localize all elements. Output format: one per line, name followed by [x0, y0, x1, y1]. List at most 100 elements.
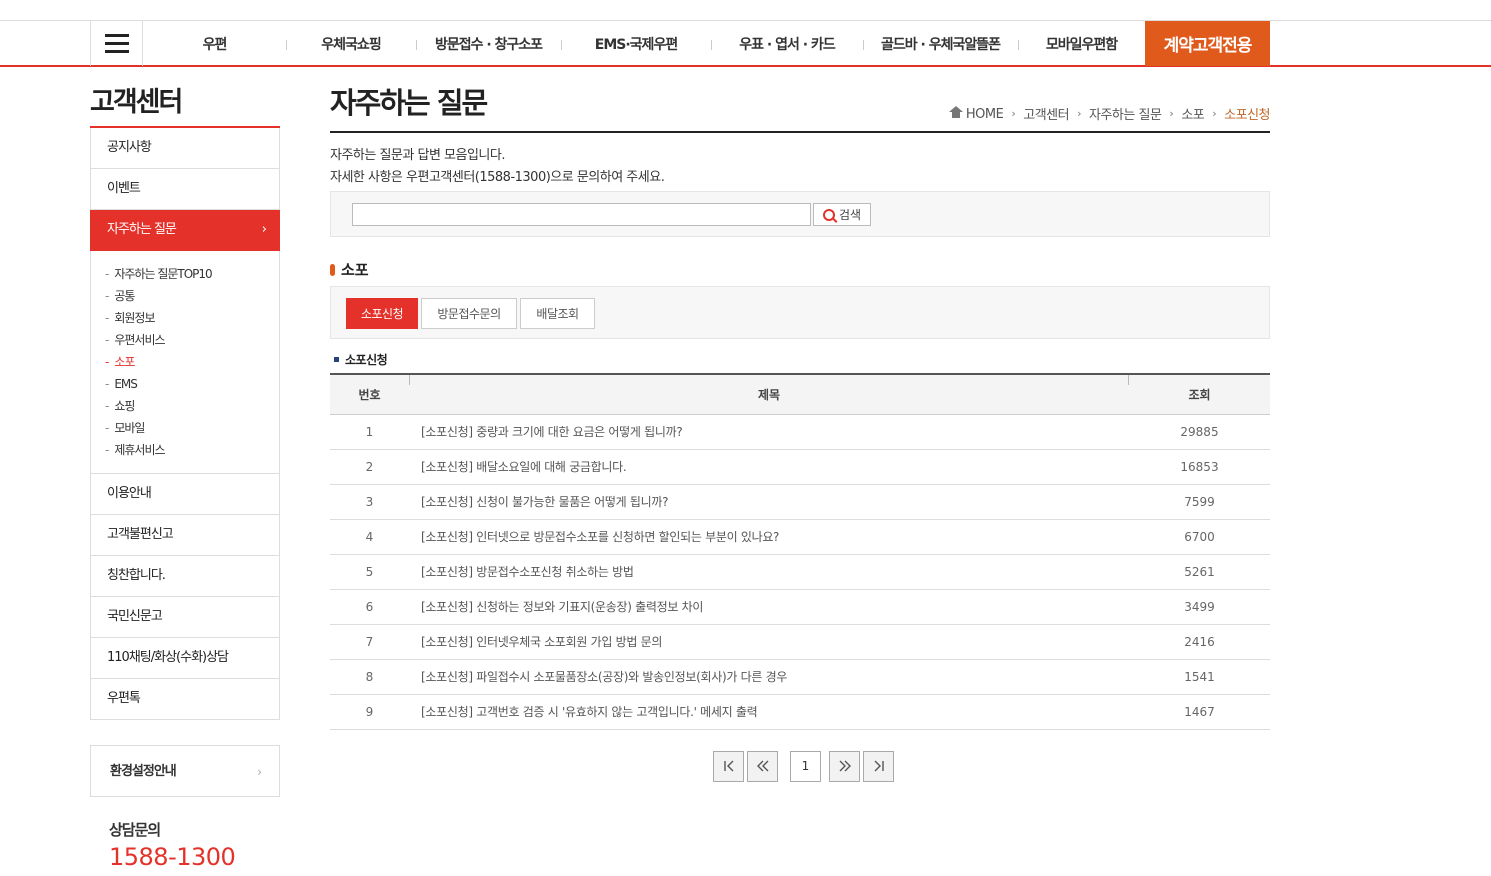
- sub-item-parcel[interactable]: - 소포: [105, 351, 279, 373]
- last-page-icon[interactable]: [863, 750, 894, 782]
- col-header-views: 조회: [1129, 374, 1270, 415]
- sub-item-member[interactable]: - 회원정보: [105, 307, 279, 329]
- sub-item-mobile[interactable]: - 모바일: [105, 417, 279, 439]
- row-number: 7: [330, 624, 409, 660]
- search-area: 검색: [330, 191, 1270, 237]
- breadcrumb-home[interactable]: HOME: [948, 105, 1004, 122]
- chevron-right-icon: ›: [1212, 107, 1217, 120]
- prev-page-icon[interactable]: [747, 750, 778, 782]
- subsection-title: 소포신청: [330, 351, 1270, 368]
- sidebar-item-label: 자주하는 질문: [107, 222, 177, 237]
- nav-item-post[interactable]: 우편: [143, 21, 286, 66]
- table-row[interactable]: 4 [소포신청] 인터넷으로 방문접수소포를 신청하면 할인되는 부분이 있나요?…: [330, 519, 1270, 555]
- next-page-icon[interactable]: [829, 750, 860, 782]
- nav-item-stamps[interactable]: 우표 · 엽서 · 카드: [711, 21, 863, 66]
- sidebar-item-petition[interactable]: 국민신문고: [91, 597, 279, 638]
- search-button-label: 검색: [838, 208, 862, 222]
- row-number: 3: [330, 484, 409, 520]
- sub-item-top10[interactable]: - 자주하는 질문TOP10: [105, 263, 279, 285]
- chevron-right-icon: ›: [1169, 107, 1174, 120]
- search-input[interactable]: [352, 203, 811, 226]
- row-number: 1: [330, 414, 409, 450]
- intro-text: 자주하는 질문과 답변 모음입니다. 자세한 사항은 우편고객센터(1588-1…: [330, 145, 1270, 189]
- search-icon: [822, 208, 835, 221]
- category-tabs: 소포신청 방문접수문의 배달조회: [330, 286, 1270, 339]
- home-icon: [948, 105, 963, 118]
- consult-label: 상담문의: [109, 821, 161, 839]
- row-subject-link[interactable]: [소포신청] 신청하는 정보와 기표지(운송장) 출력정보 차이: [409, 589, 1129, 625]
- row-subject-link[interactable]: [소포신청] 신청이 불가능한 물품은 어떻게 됩니까?: [409, 484, 1129, 520]
- breadcrumb-current: 소포신청: [1224, 108, 1270, 123]
- nav-item-contract-customer[interactable]: 계약고객전용: [1145, 21, 1270, 66]
- sidebar-item-praise[interactable]: 칭찬합니다.: [91, 556, 279, 597]
- sub-item-postal-service[interactable]: - 우편서비스: [105, 329, 279, 351]
- row-subject-link[interactable]: [소포신청] 파일접수시 소포물품장소(공장)와 발송인정보(회사)가 다른 경…: [409, 659, 1129, 695]
- row-views: 1541: [1129, 659, 1270, 695]
- nav-item-mobile-mailbox[interactable]: 모바일우편함: [1018, 21, 1145, 66]
- sidebar-item-guide[interactable]: 이용안내: [91, 474, 279, 515]
- breadcrumb-item[interactable]: 자주하는 질문: [1089, 104, 1162, 123]
- sidebar-item-post-talk[interactable]: 우편톡: [91, 679, 279, 720]
- pagination: 1: [330, 750, 1270, 782]
- row-number: 8: [330, 659, 409, 695]
- table-row[interactable]: 9 [소포신청] 고객번호 검증 시 '유효하지 않는 고객입니다.' 메세지 출…: [330, 694, 1270, 730]
- row-subject-link[interactable]: [소포신청] 중량과 크기에 대한 요금은 어떻게 됩니까?: [409, 414, 1129, 450]
- table-row[interactable]: 1 [소포신청] 중량과 크기에 대한 요금은 어떻게 됩니까? 29885: [330, 414, 1270, 450]
- row-views: 29885: [1129, 414, 1270, 450]
- row-subject-link[interactable]: [소포신청] 인터넷우체국 소포회원 가입 방법 문의: [409, 624, 1129, 660]
- row-views: 7599: [1129, 484, 1270, 520]
- table-row[interactable]: 7 [소포신청] 인터넷우체국 소포회원 가입 방법 문의 2416: [330, 624, 1270, 660]
- col-header-number: 번호: [330, 374, 409, 415]
- hamburger-menu-icon[interactable]: [90, 21, 143, 66]
- search-button[interactable]: 검색: [813, 203, 871, 226]
- tab-parcel-request[interactable]: 소포신청: [346, 298, 418, 329]
- consult-phone: 1588-1300: [109, 843, 236, 871]
- tab-visit-inquiry[interactable]: 방문접수문의: [421, 298, 517, 329]
- table-row[interactable]: 2 [소포신청] 배달소요일에 대해 궁금합니다. 16853: [330, 449, 1270, 485]
- row-subject-link[interactable]: [소포신청] 인터넷으로 방문접수소포를 신청하면 할인되는 부분이 있나요?: [409, 519, 1129, 555]
- nav-item-visit-parcel[interactable]: 방문접수 · 창구소포: [416, 21, 561, 66]
- main-content: 자주하는 질문 HOME › 고객센터 › 자주하는 질문 › 소포 › 소포신…: [330, 80, 1270, 782]
- row-number: 2: [330, 449, 409, 485]
- sidebar-item-event[interactable]: 이벤트: [91, 169, 279, 210]
- row-number: 9: [330, 694, 409, 730]
- breadcrumb-item[interactable]: 소포: [1181, 104, 1204, 123]
- row-views: 1467: [1129, 694, 1270, 730]
- row-views: 5261: [1129, 554, 1270, 590]
- row-number: 4: [330, 519, 409, 555]
- sidebar-item-faq[interactable]: 자주하는 질문 ›: [90, 210, 280, 251]
- first-page-icon[interactable]: [713, 750, 744, 782]
- sub-item-common[interactable]: - 공통: [105, 285, 279, 307]
- chevron-right-icon: ›: [257, 765, 262, 779]
- row-subject-link[interactable]: [소포신청] 배달소요일에 대해 궁금합니다.: [409, 449, 1129, 485]
- table-row[interactable]: 8 [소포신청] 파일접수시 소포물품장소(공장)와 발송인정보(회사)가 다른 …: [330, 659, 1270, 695]
- tab-delivery-tracking[interactable]: 배달조회: [520, 298, 595, 329]
- nav-item-goldbar[interactable]: 골드바 · 우체국알뜰폰: [863, 21, 1018, 66]
- chevron-right-icon: ›: [1011, 107, 1016, 120]
- table-row[interactable]: 3 [소포신청] 신청이 불가능한 물품은 어떻게 됩니까? 7599: [330, 484, 1270, 520]
- row-views: 2416: [1129, 624, 1270, 660]
- table-row[interactable]: 5 [소포신청] 방문접수소포신청 취소하는 방법 5261: [330, 554, 1270, 590]
- page-title: 자주하는 질문: [330, 86, 488, 120]
- sub-item-partner[interactable]: - 제휴서비스: [105, 439, 279, 461]
- chevron-right-icon: ›: [261, 222, 267, 237]
- sidebar-item-complaint[interactable]: 고객불편신고: [91, 515, 279, 556]
- sidebar-item-110-chat[interactable]: 110채팅/화상(수화)상담: [91, 638, 279, 679]
- page-header: 자주하는 질문 HOME › 고객센터 › 자주하는 질문 › 소포 › 소포신…: [330, 80, 1270, 133]
- top-navigation: 우편 우체국쇼핑 방문접수 · 창구소포 EMS·국제우편 우표 · 엽서 · …: [0, 20, 1491, 67]
- sub-item-shopping[interactable]: - 쇼핑: [105, 395, 279, 417]
- sidebar-item-notice[interactable]: 공지사항: [91, 128, 279, 169]
- nav-item-shopping[interactable]: 우체국쇼핑: [286, 21, 416, 66]
- row-subject-link[interactable]: [소포신청] 고객번호 검증 시 '유효하지 않는 고객입니다.' 메세지 출력: [409, 694, 1129, 730]
- breadcrumb-item[interactable]: 고객센터: [1023, 104, 1069, 123]
- environment-settings-label: 환경설정안내: [110, 764, 177, 779]
- page-number[interactable]: 1: [790, 750, 821, 782]
- sidebar: 고객센터 공지사항 이벤트 자주하는 질문 › - 자주하는 질문TOP10 -공…: [90, 80, 280, 871]
- col-header-title: 제목: [409, 374, 1129, 415]
- sub-item-ems[interactable]: - EMS: [105, 373, 279, 395]
- table-row[interactable]: 6 [소포신청] 신청하는 정보와 기표지(운송장) 출력정보 차이 3499: [330, 589, 1270, 625]
- environment-settings-link[interactable]: 환경설정안내 ›: [90, 745, 280, 797]
- bullet-icon: [330, 263, 335, 276]
- nav-item-ems[interactable]: EMS·국제우편: [561, 21, 711, 66]
- row-subject-link[interactable]: [소포신청] 방문접수소포신청 취소하는 방법: [409, 554, 1129, 590]
